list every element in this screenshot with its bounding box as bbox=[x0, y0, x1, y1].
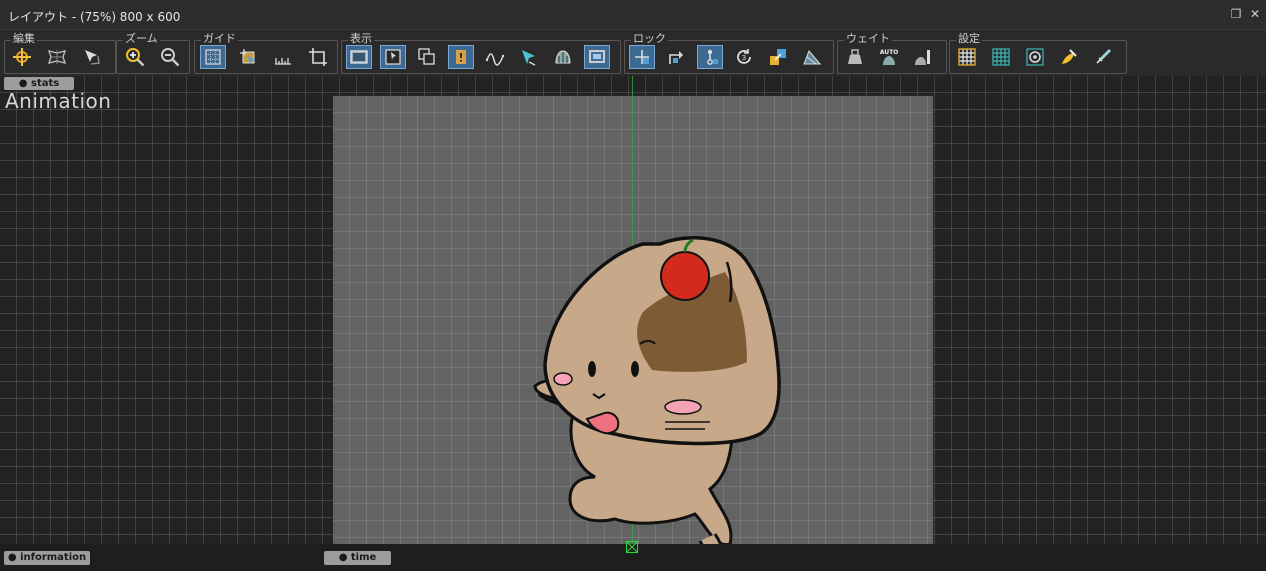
bottom-panel-bar: ● information ● time bbox=[0, 541, 1266, 571]
toolbar-group-display: 表示 bbox=[341, 33, 621, 74]
time-tab[interactable]: ● time bbox=[324, 551, 391, 565]
lock-reset-icon[interactable]: 3 bbox=[731, 45, 757, 69]
target-settings-icon[interactable] bbox=[1022, 45, 1048, 69]
grid-settings-icon[interactable] bbox=[954, 45, 980, 69]
lock-joint-icon[interactable] bbox=[697, 45, 723, 69]
restore-icon[interactable]: ❐ bbox=[1229, 7, 1243, 21]
snap-icon[interactable] bbox=[235, 45, 261, 69]
view-image-icon[interactable] bbox=[380, 45, 406, 69]
grid-guide-icon[interactable] bbox=[200, 45, 226, 69]
zoom-out-icon[interactable] bbox=[157, 45, 183, 69]
layout-canvas[interactable]: ● stats Animation bbox=[0, 76, 1266, 554]
view-frame-icon[interactable] bbox=[346, 45, 372, 69]
pointer-icon[interactable] bbox=[516, 45, 542, 69]
curve-icon[interactable] bbox=[482, 45, 508, 69]
screen-icon[interactable] bbox=[584, 45, 610, 69]
pivot-marker-icon[interactable] bbox=[626, 541, 638, 553]
group-label-settings: 設定 bbox=[956, 32, 982, 45]
close-icon[interactable]: ✕ bbox=[1248, 7, 1262, 21]
move-icon[interactable] bbox=[9, 45, 35, 69]
overlap-icon[interactable] bbox=[414, 45, 440, 69]
information-tab[interactable]: ● information bbox=[4, 551, 90, 565]
cat-character[interactable] bbox=[525, 164, 785, 554]
lock-layer-icon[interactable] bbox=[799, 45, 825, 69]
lock-scale-icon[interactable] bbox=[765, 45, 791, 69]
toolbar-group-zoom: ズーム bbox=[116, 33, 190, 74]
toolbar-group-weight: ウェイト AUTO bbox=[837, 33, 947, 74]
toolbar-group-edit: 編集 bbox=[4, 33, 116, 74]
paint-icon[interactable] bbox=[1056, 45, 1082, 69]
toolbar-group-settings: 設定 bbox=[949, 33, 1127, 74]
title-bar: レイアウト - (75%) 800 x 600 ❐ ✕ bbox=[0, 0, 1266, 30]
auto-weight-icon[interactable]: AUTO bbox=[876, 45, 902, 69]
mesh-edit-icon[interactable] bbox=[44, 45, 70, 69]
svg-text:3: 3 bbox=[742, 54, 746, 62]
toolbar: 編集 ズーム ガイド 表示 ロック 3 ウェイト AUTO 設定 bbox=[0, 30, 1266, 76]
lock-rotate-icon[interactable] bbox=[663, 45, 689, 69]
toolbar-group-guide: ガイド bbox=[194, 33, 338, 74]
zoom-in-icon[interactable] bbox=[122, 45, 148, 69]
sword-icon[interactable] bbox=[1090, 45, 1116, 69]
group-label-display: 表示 bbox=[348, 32, 374, 45]
lock-move-icon[interactable] bbox=[629, 45, 655, 69]
auto-text: AUTO bbox=[880, 49, 899, 56]
ruler-icon[interactable] bbox=[270, 45, 296, 69]
select-arrow-icon[interactable] bbox=[79, 45, 105, 69]
group-label-zoom: ズーム bbox=[123, 32, 160, 45]
toolbar-group-lock: ロック 3 bbox=[624, 33, 834, 74]
warning-icon[interactable] bbox=[448, 45, 474, 69]
weight-icon[interactable] bbox=[842, 45, 868, 69]
weight-brush-icon[interactable] bbox=[910, 45, 936, 69]
animation-label: Animation bbox=[5, 89, 112, 113]
grid-teal-icon[interactable] bbox=[988, 45, 1014, 69]
window-title: レイアウト - (75%) 800 x 600 bbox=[8, 10, 181, 24]
bell-icon[interactable] bbox=[550, 45, 576, 69]
crop-frame-icon[interactable] bbox=[305, 45, 331, 69]
group-label-edit: 編集 bbox=[11, 32, 37, 45]
group-label-guide: ガイド bbox=[201, 32, 238, 45]
group-label-lock: ロック bbox=[631, 32, 668, 45]
group-label-weight: ウェイト bbox=[844, 32, 892, 45]
